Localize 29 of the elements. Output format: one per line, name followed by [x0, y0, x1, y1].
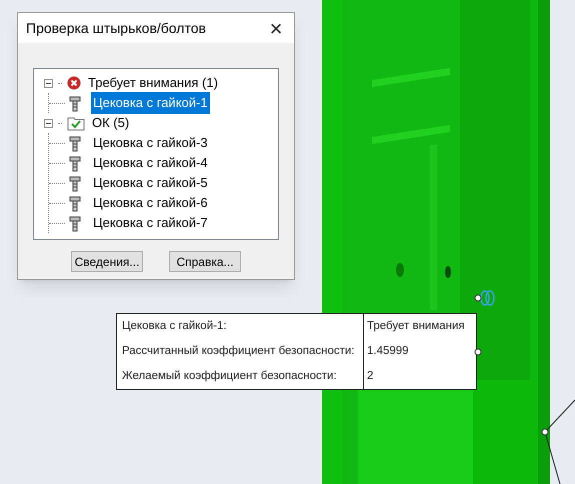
- bolt-icon: [69, 194, 81, 212]
- callout-value: Требует внимания: [366, 318, 466, 334]
- bolt-icon: [69, 214, 81, 232]
- bolt-icon: [69, 174, 81, 192]
- dialog-button[interactable]: Справка...: [169, 251, 241, 272]
- tree-item[interactable]: Цековка с гайкой-1: [91, 92, 210, 114]
- bolt-icon: [69, 134, 81, 152]
- close-button[interactable]: ×: [258, 13, 294, 43]
- tree-item[interactable]: Цековка с гайкой-4: [91, 152, 210, 174]
- callout-value: 2: [366, 368, 374, 384]
- callout-label: Желаемый коэффициент безопасности:: [117, 364, 364, 389]
- error-icon: [67, 76, 81, 90]
- tree-item[interactable]: Цековка с гайкой-3: [91, 132, 210, 154]
- window-title: Проверка штырьков/болтов: [26, 18, 206, 38]
- bolt-icon: [69, 154, 81, 172]
- collapse-icon[interactable]: [44, 78, 53, 88]
- handle-icon: [474, 294, 482, 302]
- folder-check-icon: [67, 115, 85, 131]
- dialog-button[interactable]: Сведения...: [71, 251, 143, 272]
- bolt-icon: [69, 94, 81, 112]
- tree-item[interactable]: Требует внимания (1): [86, 73, 220, 93]
- tree-item[interactable]: Цековка с гайкой-5: [91, 172, 210, 194]
- callout-value: 1.45999: [366, 344, 410, 359]
- callout-label: Рассчитанный коэффициент безопасности:: [117, 339, 364, 364]
- callout-label: Цековка с гайкой-1:: [117, 314, 364, 339]
- tree-item[interactable]: Цековка с гайкой-7: [91, 212, 210, 234]
- tree-item[interactable]: ОК (5): [90, 113, 132, 133]
- collapse-icon[interactable]: [44, 118, 53, 128]
- tree-item[interactable]: Цековка с гайкой-6: [91, 192, 210, 214]
